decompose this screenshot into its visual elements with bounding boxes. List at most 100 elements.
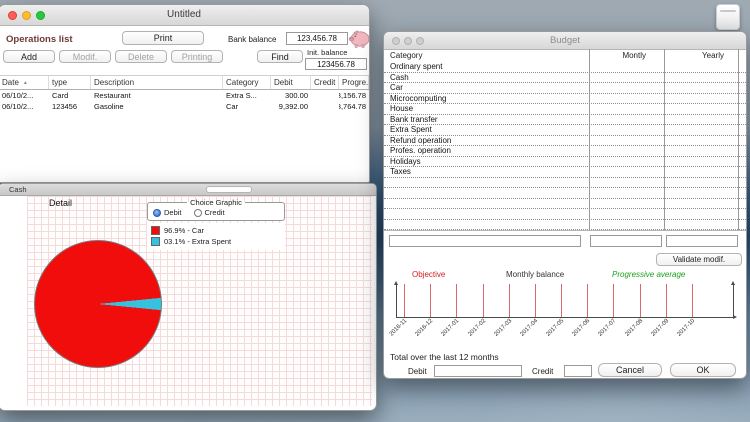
budget-row-empty[interactable] (384, 188, 746, 199)
choice-graphic-panel: Choice Graphic Debit Credit (147, 196, 285, 250)
add-button[interactable]: Add (3, 50, 55, 63)
gridline (404, 284, 405, 317)
gridline (613, 284, 614, 317)
radio-credit-label: Credit (205, 208, 225, 217)
credit-total-input[interactable] (564, 365, 592, 377)
legend-label: 96.9% - Car (164, 226, 204, 235)
bank-balance-input[interactable]: 123,456.78 (286, 32, 348, 45)
chart-legend-monthly-balance: Monthly balance (506, 270, 564, 279)
gridline (587, 284, 588, 317)
radio-debit-circle (153, 209, 161, 217)
window-title: Untitled (0, 9, 369, 20)
table-row[interactable]: 06/10/2... 123456 Gasoline Car 9,392.00 … (0, 101, 369, 112)
budget-row[interactable]: Profes. operation (384, 146, 746, 157)
col-header-debit[interactable]: Debit (271, 76, 311, 89)
budget-row[interactable]: Holidays (384, 157, 746, 168)
tab-cash[interactable]: Cash (9, 185, 27, 194)
radio-debit[interactable]: Debit (153, 208, 182, 217)
bank-balance-label: Bank balance (228, 35, 276, 44)
cell-progress: 123,156.78 (339, 90, 369, 101)
cell-date: 06/10/2... (0, 101, 49, 112)
col-header-date[interactable]: Date▲ (0, 76, 49, 89)
budget-row[interactable]: Refund operation (384, 136, 746, 147)
operations-table: Date▲ type Description Category Debit Cr… (0, 75, 369, 112)
tabbar-button[interactable] (206, 186, 252, 193)
budget-row[interactable]: Cash (384, 73, 746, 84)
chart-legend-progressive-average: Progressive average (612, 270, 685, 279)
budget-window: Budget Category Montly Yearly Ordinary s… (383, 31, 747, 379)
debit-total-input[interactable] (434, 365, 522, 377)
operations-titlebar: Untitled (0, 5, 369, 26)
col-header-credit[interactable]: Credit (311, 76, 339, 89)
col-header-category[interactable]: Category (223, 76, 271, 89)
budget-titlebar: Budget (384, 32, 746, 50)
cell-category: Car (223, 101, 271, 112)
radio-debit-label: Debit (164, 208, 182, 217)
chart-plot-area: 2016-11 2016-12 2017-01 2017-02 2017-03 … (394, 281, 736, 350)
cell-credit (311, 90, 339, 101)
gridline (561, 284, 562, 317)
month-label: 2016-11 (380, 318, 408, 346)
cell-type: 123456 (49, 101, 91, 112)
operations-window: Untitled Operations list Print Bank bala… (0, 4, 370, 183)
cell-debit: 300.00 (271, 90, 311, 101)
init-balance-input[interactable]: 123456.78 (305, 58, 367, 70)
budget-row-empty[interactable] (384, 178, 746, 189)
budget-rows: Ordinary spent Cash Car Microcomputing H… (384, 62, 746, 230)
budget-row[interactable]: Extra Spent (384, 125, 746, 136)
budget-row[interactable]: Bank transfer (384, 115, 746, 126)
budget-row-empty[interactable] (384, 220, 746, 231)
radio-credit-circle (194, 209, 202, 217)
cell-progress: 113,764.78 (339, 101, 369, 112)
legend-item: 96.9% - Car (151, 225, 281, 236)
cell-debit: 9,392.00 (271, 101, 311, 112)
budget-row[interactable]: Car (384, 83, 746, 94)
piggy-bank-icon (347, 27, 371, 49)
find-button[interactable]: Find (257, 50, 303, 63)
cell-category: Extra S... (223, 90, 271, 101)
drive-slot (720, 10, 736, 12)
pie-chart (34, 240, 162, 368)
cancel-button[interactable]: Cancel (598, 363, 662, 377)
col-header-progress[interactable]: Progre... (339, 76, 369, 89)
gridline (430, 284, 431, 317)
budget-row[interactable]: Taxes (384, 167, 746, 178)
modif-button[interactable]: Modif. (59, 50, 111, 63)
gridline (692, 284, 693, 317)
budget-row-empty[interactable] (384, 199, 746, 210)
category-edit-input[interactable] (389, 235, 581, 247)
col-header-type[interactable]: type (49, 76, 91, 89)
col-header-montly[interactable]: Montly (574, 51, 646, 60)
ok-button[interactable]: OK (670, 363, 736, 377)
sort-indicator: ▲ (23, 80, 28, 86)
col-header-yearly[interactable]: Yearly (652, 51, 724, 60)
radio-credit[interactable]: Credit (194, 208, 225, 217)
choice-graphic-group: Choice Graphic Debit Credit (147, 198, 285, 221)
y-axis-right (733, 284, 734, 318)
gridline (456, 284, 457, 317)
desktop: Untitled Operations list Print Bank bala… (0, 0, 750, 422)
detail-label: Detail (49, 198, 72, 208)
cell-date: 06/10/2... (0, 90, 49, 101)
budget-row[interactable]: Ordinary spent (384, 62, 746, 73)
table-row[interactable]: 06/10/2... Card Restaurant Extra S... 30… (0, 90, 369, 101)
pie-legend: 96.9% - Car 03.1% - Extra Spent (147, 223, 285, 250)
budget-row-empty[interactable] (384, 209, 746, 220)
print-button[interactable]: Print (122, 31, 204, 45)
external-drive-icon[interactable] (716, 4, 740, 30)
yearly-edit-input[interactable] (666, 235, 738, 247)
legend-label: 03.1% - Extra Spent (164, 237, 231, 246)
budget-row[interactable]: House (384, 104, 746, 115)
col-header-description[interactable]: Description (91, 76, 223, 89)
printing-button[interactable]: Printing (171, 50, 223, 63)
col-header-category[interactable]: Category (390, 51, 422, 60)
operations-list-label: Operations list (6, 34, 73, 45)
drive-body (716, 4, 740, 30)
delete-button[interactable]: Delete (115, 50, 167, 63)
detail-window: Cash Detail Choice Graphic Debit (0, 183, 377, 411)
cell-type: Card (49, 90, 91, 101)
validate-modif-button[interactable]: Validate modif. (656, 253, 742, 266)
gridline (483, 284, 484, 317)
montly-edit-input[interactable] (590, 235, 662, 247)
budget-row[interactable]: Microcomputing (384, 94, 746, 105)
